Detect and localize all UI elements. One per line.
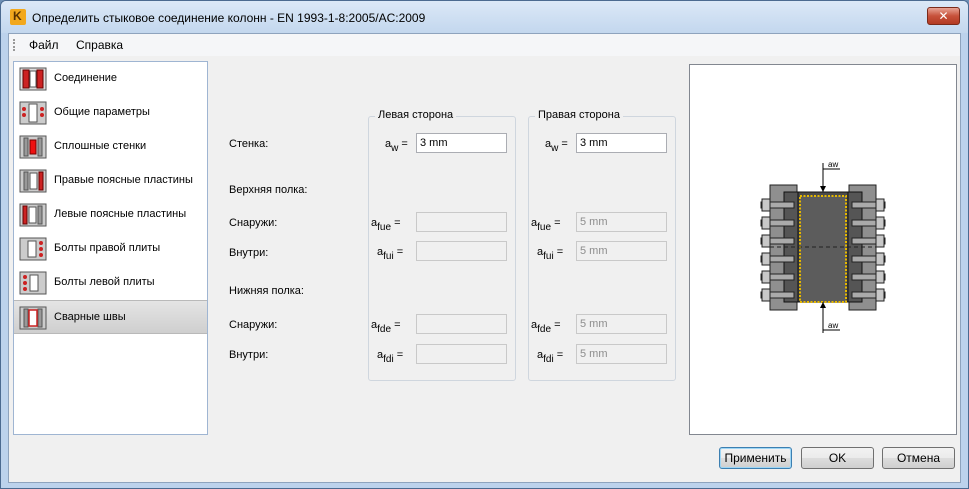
- nav-item-left-plate-bolts[interactable]: Болты левой плиты: [14, 266, 207, 300]
- window-title: Определить стыковое соединение колонн - …: [32, 11, 426, 25]
- close-button[interactable]: ✕: [927, 7, 960, 25]
- left-afdi-field[interactable]: [416, 344, 507, 364]
- top-flange-label: Верхняя полка:: [229, 184, 308, 196]
- afui-symbol: afui =: [377, 246, 404, 262]
- bottom-inside-label: Внутри:: [229, 349, 269, 361]
- nav-label: Болты правой плиты: [54, 242, 161, 254]
- left-plate-bolts-icon: [19, 271, 47, 295]
- nav-label: Левые поясные пластины: [54, 208, 187, 220]
- afdi-symbol: afdi =: [377, 349, 404, 365]
- apply-button[interactable]: Применить: [719, 447, 792, 469]
- right-plate-bolts-icon: [19, 237, 47, 261]
- aw-bottom-annotation: aw: [828, 321, 838, 330]
- afue-symbol: afue =: [531, 217, 561, 233]
- dialog-client-area: Файл Справка Соединение Общие параметры …: [8, 33, 961, 483]
- top-inside-label: Внутри:: [229, 247, 269, 259]
- web-label: Стенка:: [229, 138, 269, 150]
- nav-label: Правые поясные пластины: [54, 174, 193, 186]
- app-icon: [10, 9, 26, 25]
- nav-item-left-flange-plates[interactable]: Левые поясные пластины: [14, 198, 207, 232]
- left-afui-field[interactable]: [416, 241, 507, 261]
- nav-label: Соединение: [54, 72, 118, 84]
- right-aw-field[interactable]: 3 mm: [576, 133, 667, 153]
- bottom-flange-label: Нижняя полка:: [229, 285, 304, 297]
- right-flange-plates-icon: [19, 169, 47, 193]
- nav-item-connection[interactable]: Соединение: [14, 62, 207, 96]
- aw-symbol: aw =: [385, 138, 408, 154]
- title-bar: Определить стыковое соединение колонн - …: [1, 1, 968, 33]
- afue-symbol: afue =: [371, 217, 401, 233]
- right-afde-field[interactable]: 5 mm: [576, 314, 667, 334]
- right-side-title: Правая сторона: [535, 109, 623, 121]
- nav-item-general-params[interactable]: Общие параметры: [14, 96, 207, 130]
- left-afde-field[interactable]: [416, 314, 507, 334]
- menu-file[interactable]: Файл: [29, 38, 59, 52]
- nav-item-right-plate-bolts[interactable]: Болты правой плиты: [14, 232, 207, 266]
- aw-symbol: aw =: [545, 138, 568, 154]
- left-side-title: Левая сторона: [375, 109, 457, 121]
- splice-drawing: aw aw: [760, 160, 886, 333]
- nav-label: Сварные швы: [54, 311, 126, 323]
- web-plates-icon: [19, 135, 47, 159]
- right-afui-field[interactable]: 5 mm: [576, 241, 667, 261]
- nav-label: Общие параметры: [54, 106, 150, 118]
- menu-grip-icon: [13, 39, 15, 51]
- left-afue-field[interactable]: [416, 212, 507, 232]
- general-params-icon: [19, 101, 47, 125]
- nav-item-welds[interactable]: Сварные швы: [14, 300, 207, 334]
- aw-top-annotation: aw: [828, 160, 838, 169]
- nav-label: Сплошные стенки: [54, 140, 147, 152]
- ok-button[interactable]: OK: [801, 447, 874, 469]
- nav-label: Болты левой плиты: [54, 276, 155, 288]
- connection-preview: aw aw: [689, 64, 957, 435]
- afdi-symbol: afdi =: [537, 349, 564, 365]
- nav-item-web-plates[interactable]: Сплошные стенки: [14, 130, 207, 164]
- bottom-outside-label: Снаружи:: [229, 319, 278, 331]
- right-afdi-field[interactable]: 5 mm: [576, 344, 667, 364]
- top-outside-label: Снаружи:: [229, 217, 278, 229]
- right-afue-field[interactable]: 5 mm: [576, 212, 667, 232]
- afde-symbol: afde =: [531, 319, 561, 335]
- section-list: Соединение Общие параметры Сплошные стен…: [13, 61, 208, 435]
- nav-item-right-flange-plates[interactable]: Правые поясные пластины: [14, 164, 207, 198]
- menu-bar: Файл Справка: [9, 34, 960, 56]
- left-aw-field[interactable]: 3 mm: [416, 133, 507, 153]
- menu-help[interactable]: Справка: [76, 38, 123, 52]
- dialog-window: Определить стыковое соединение колонн - …: [0, 0, 969, 489]
- afui-symbol: afui =: [537, 246, 564, 262]
- cancel-button[interactable]: Отмена: [882, 447, 955, 469]
- welds-icon: [19, 306, 47, 330]
- connection-icon: [19, 67, 47, 91]
- left-flange-plates-icon: [19, 203, 47, 227]
- afde-symbol: afde =: [371, 319, 401, 335]
